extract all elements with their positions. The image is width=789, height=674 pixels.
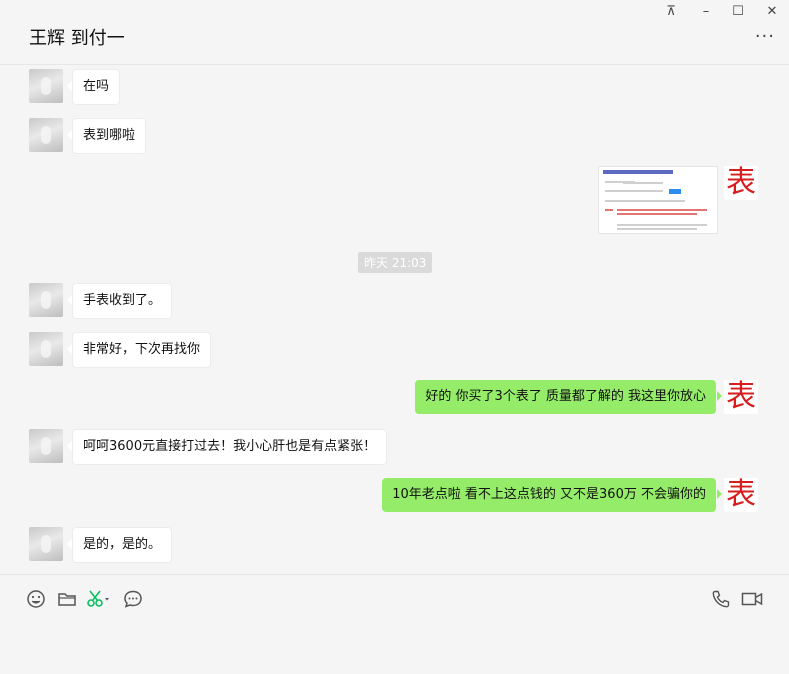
message-bubble-incoming[interactable]: 非常好，下次再找你 xyxy=(66,332,212,368)
self-avatar[interactable]: 表 xyxy=(724,166,758,200)
minimize-button[interactable]: – xyxy=(696,4,716,19)
message-list[interactable]: 在吗 表到哪啦 表 昨天 21:03 手表收到了。 非常好，下次再找你 好的 你… xyxy=(0,65,789,574)
message-bubble-incoming[interactable]: 表到哪啦 xyxy=(66,118,147,154)
scissors-icon[interactable] xyxy=(86,589,112,609)
phone-icon[interactable] xyxy=(711,589,731,609)
contact-avatar[interactable] xyxy=(29,69,63,103)
title-bar: 王辉 到付一 ⊼ – ☐ ✕ ··· xyxy=(0,0,789,65)
contact-avatar[interactable] xyxy=(29,283,63,317)
input-toolbar xyxy=(0,574,789,674)
image-thumbnail-header xyxy=(603,170,673,174)
emoji-icon[interactable] xyxy=(26,589,46,609)
image-thumbnail-button xyxy=(669,189,681,194)
message-bubble-incoming[interactable]: 呵呵3600元直接打过去！我小心肝也是有点紧张！ xyxy=(66,429,388,465)
chat-title: 王辉 到付一 xyxy=(29,28,125,49)
timestamp: 昨天 21:03 xyxy=(358,252,433,273)
message-bubble-incoming[interactable]: 手表收到了。 xyxy=(66,283,173,319)
contact-avatar[interactable] xyxy=(29,429,63,463)
contact-avatar[interactable] xyxy=(29,118,63,152)
message-bubble-outgoing[interactable]: 10年老点啦 看不上这点钱的 又不是360万 不会骗你的 xyxy=(382,478,722,512)
message-bubble-incoming[interactable]: 在吗 xyxy=(66,69,121,105)
close-button[interactable]: ✕ xyxy=(762,4,782,19)
contact-avatar[interactable] xyxy=(29,527,63,561)
more-options-icon[interactable]: ··· xyxy=(755,26,775,47)
image-message[interactable] xyxy=(598,166,718,234)
pin-icon[interactable]: ⊼ xyxy=(661,4,681,19)
self-avatar[interactable]: 表 xyxy=(724,478,758,512)
chat-history-icon[interactable] xyxy=(123,589,143,609)
folder-icon[interactable] xyxy=(57,589,77,609)
contact-avatar[interactable] xyxy=(29,332,63,366)
video-icon[interactable] xyxy=(741,589,763,609)
message-bubble-outgoing[interactable]: 好的 你买了3个表了 质量都了解的 我这里你放心 xyxy=(415,380,722,414)
maximize-button[interactable]: ☐ xyxy=(728,4,748,19)
message-bubble-incoming[interactable]: 是的，是的。 xyxy=(66,527,173,563)
self-avatar[interactable]: 表 xyxy=(724,380,758,414)
